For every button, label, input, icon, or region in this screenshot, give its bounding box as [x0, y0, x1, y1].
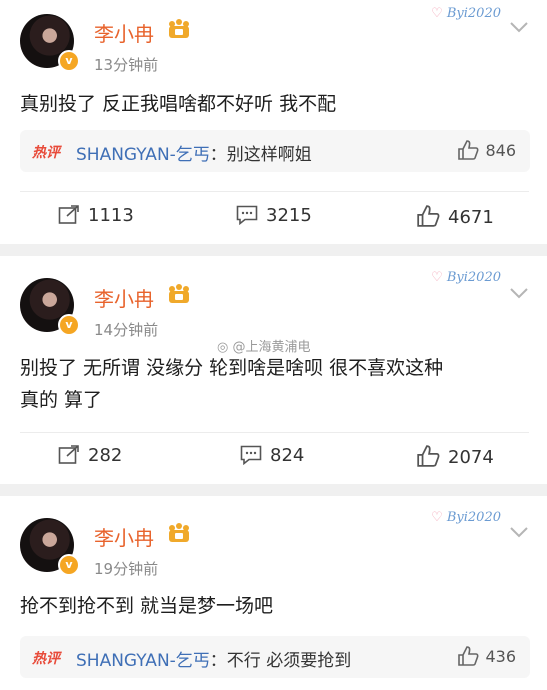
hot-comment-likes: 436 [485, 647, 516, 666]
hot-comment-tag: 热评 [32, 145, 60, 161]
post-text-line: 别投了 无所谓 没缘分 轮到啥是啥呗 很不喜欢这种 [20, 357, 444, 379]
username[interactable]: 李小冉 [94, 18, 154, 47]
post-2: v 李小冉 14分钟前 ♡ Byi2020 别投了 无所谓 没缘分 轮到啥是啥呗… [0, 256, 547, 484]
post-time: 14分钟前 [94, 321, 159, 339]
repost-count: 1113 [88, 205, 134, 226]
post-1: v 李小冉 13分钟前 ♡ Byi2020 真别投了 反正我唱啥都不好听 我不配… [0, 0, 547, 244]
crown-icon [169, 523, 189, 542]
like-button[interactable]: 4671 [416, 205, 494, 228]
post-text: 抢不到抢不到 就当是梦一场吧 [20, 595, 274, 617]
username[interactable]: 李小冉 [94, 522, 154, 551]
hot-comment[interactable]: 热评 SHANGYAN-乞丐：别这样啊姐 846 [20, 130, 530, 172]
watermark: ♡ Byi2020 [431, 270, 501, 285]
thumb-up-icon [417, 445, 440, 467]
post-text: 真别投了 反正我唱啥都不好听 我不配 [20, 93, 337, 115]
post-text-line: 真的 算了 [20, 389, 103, 411]
watermark: ♡ Byi2020 [431, 510, 501, 525]
comment-count: 824 [270, 445, 305, 466]
hot-comment-text: 别这样啊姐 [226, 145, 312, 165]
thumb-up-icon [417, 205, 440, 227]
verified-badge-icon: v [58, 50, 80, 72]
share-icon [58, 205, 79, 224]
post-3: v 李小冉 19分钟前 ♡ Byi2020 抢不到抢不到 就当是梦一场吧 热评 … [0, 496, 547, 690]
like-count: 2074 [448, 447, 494, 468]
comment-icon [240, 445, 262, 466]
like-button[interactable]: 2074 [416, 445, 494, 468]
thumb-up-icon [458, 140, 479, 160]
hot-comment-tag: 热评 [32, 651, 60, 667]
hot-comment-like-button[interactable]: 846 [457, 140, 516, 160]
post-time: 13分钟前 [94, 56, 159, 74]
crown-icon [169, 284, 189, 303]
post-time: 19分钟前 [94, 560, 159, 578]
hot-comment[interactable]: 热评 SHANGYAN-乞丐：不行 必须要抢到 436 [20, 636, 530, 678]
thumb-up-icon [458, 646, 479, 666]
post-separator [0, 244, 547, 256]
comment-icon [236, 205, 258, 226]
watermark: ♡ Byi2020 [431, 6, 501, 21]
comment-button[interactable]: 824 [240, 445, 304, 466]
like-count: 4671 [448, 207, 494, 228]
hot-comment-user[interactable]: SHANGYAN-乞丐 [76, 145, 210, 165]
hot-comment-text: 不行 必须要抢到 [226, 651, 352, 671]
username[interactable]: 李小冉 [94, 283, 154, 312]
repost-button[interactable]: 1113 [58, 205, 134, 226]
hot-comment-like-button[interactable]: 436 [457, 646, 516, 666]
crown-icon [169, 19, 189, 38]
weibo-watermark: ◎ @上海黄浦电 [217, 340, 311, 355]
comment-button[interactable]: 3215 [236, 205, 312, 226]
chevron-down-icon[interactable] [509, 525, 529, 539]
chevron-down-icon[interactable] [509, 286, 529, 300]
comment-count: 3215 [266, 205, 312, 226]
weibo-logo-icon: ◎ [217, 340, 229, 355]
share-icon [58, 445, 79, 464]
verified-badge-icon: v [58, 314, 80, 336]
hot-comment-user[interactable]: SHANGYAN-乞丐 [76, 651, 210, 671]
post-separator [0, 484, 547, 496]
repost-count: 282 [88, 445, 123, 466]
verified-badge-icon: v [58, 554, 80, 576]
hot-comment-likes: 846 [485, 141, 516, 160]
divider [20, 191, 529, 192]
post-text: 别投了 无所谓 没缘分 轮到啥是啥呗 很不喜欢这种 真的 算了 [20, 352, 529, 416]
divider [20, 432, 529, 433]
repost-button[interactable]: 282 [58, 445, 122, 466]
chevron-down-icon[interactable] [509, 20, 529, 34]
